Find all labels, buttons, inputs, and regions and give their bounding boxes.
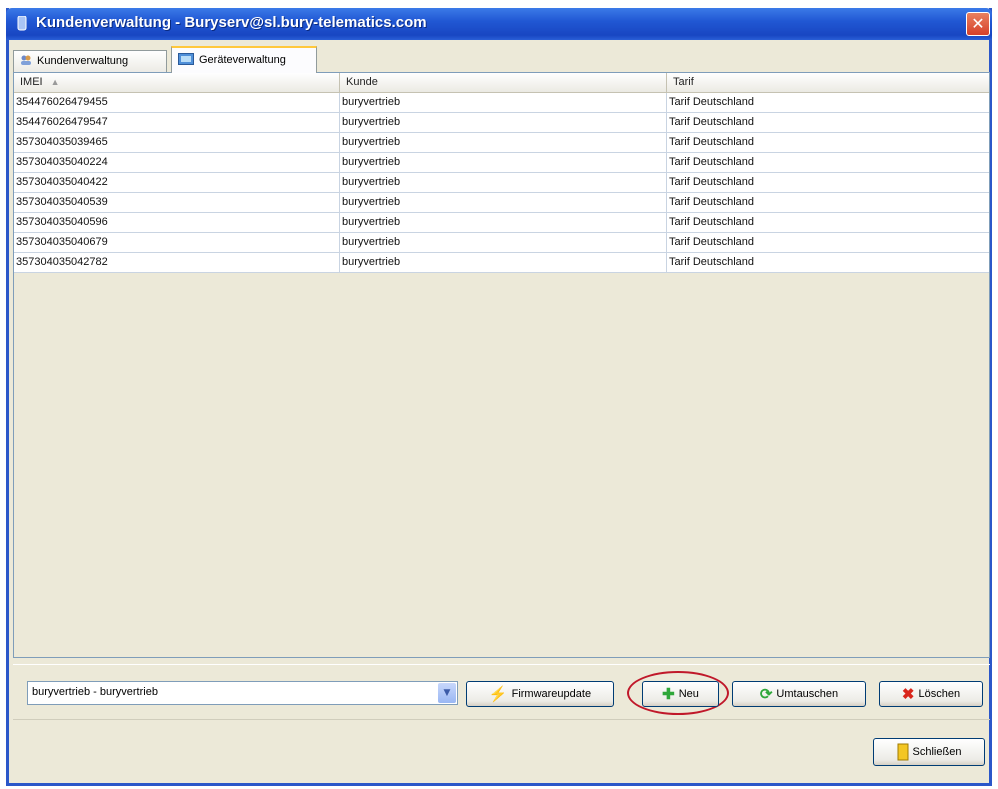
delete-x-icon: ✖	[901, 685, 915, 703]
tab-label: Kundenverwaltung	[37, 55, 129, 67]
device-icon	[178, 53, 194, 65]
swap-label: Umtauschen	[776, 688, 839, 700]
imei-cell: 357304035040539	[14, 193, 340, 212]
imei-cell: 357304035042782	[14, 253, 340, 272]
refresh-icon: ⟳	[759, 685, 773, 703]
lightning-icon: ⚡	[488, 685, 508, 703]
table-row[interactable]: 357304035040224 buryvertrieb Tarif Deutsch…	[14, 153, 989, 173]
title-bar[interactable]: Kundenverwaltung - Buryserv@sl.bury-tele…	[6, 8, 992, 40]
table-row[interactable]: 357304035040596 buryvertrieb Tarif Deutsch…	[14, 213, 989, 233]
new-label: Neu	[678, 688, 699, 700]
imei-cell: 354476026479455	[14, 93, 340, 112]
customer-select[interactable]: buryvertrieb - buryvertrieb ▼	[27, 681, 458, 705]
users-icon	[21, 55, 31, 65]
table-row[interactable]: 354476026479455 buryvertrieb Tarif Deutsch…	[14, 93, 989, 113]
imei-cell: 357304035040224	[14, 153, 340, 172]
imei-cell: 354476026479547	[14, 113, 340, 132]
window-close-button[interactable]: ✕	[966, 12, 990, 36]
delete-label: Löschen	[918, 688, 961, 700]
imei-cell: 357304035039465	[14, 133, 340, 152]
chevron-down-icon[interactable]: ▼	[438, 683, 456, 703]
table-row[interactable]: 357304035039465 buryvertrieb Tarif Deutsch…	[14, 133, 989, 153]
table-header: IMEI ▲ Kunde Tarif	[14, 73, 989, 93]
kunde-cell: buryvertrieb	[340, 173, 667, 192]
imei-cell: 357304035040596	[14, 213, 340, 232]
imei-cell: 357304035040422	[14, 173, 340, 192]
column-header-kunde[interactable]: Kunde	[340, 73, 667, 93]
device-table: IMEI ▲ Kunde Tarif 354476026479455 buryver…	[13, 72, 990, 658]
door-icon	[897, 743, 909, 761]
kunde-cell: buryvertrieb	[340, 233, 667, 252]
kunde-cell: buryvertrieb	[340, 153, 667, 172]
action-toolbar: buryvertrieb - buryvertrieb ▼ ⚡ Firmware…	[13, 664, 990, 720]
plus-icon: ✚	[662, 685, 675, 703]
table-row[interactable]: 357304035040679 buryvertrieb Tarif Deutsch…	[14, 233, 989, 253]
swap-button[interactable]: ⟳ Umtauschen	[732, 681, 866, 707]
window-title: Kundenverwaltung - Buryserv@sl.bury-tele…	[36, 14, 427, 31]
table-row[interactable]: 357304035040422 buryvertrieb Tarif Deutsch…	[14, 173, 989, 193]
imei-cell: 357304035040679	[14, 233, 340, 252]
kunde-cell: buryvertrieb	[340, 93, 667, 112]
column-header-tarif[interactable]: Tarif	[667, 73, 989, 93]
tarif-cell: Tarif Deutschland	[669, 256, 754, 268]
tarif-cell: Tarif Deutschland	[669, 236, 754, 248]
close-label: Schließen	[912, 746, 962, 758]
table-row[interactable]: 354476026479547 buryvertrieb Tarif Deutsch…	[14, 113, 989, 133]
tarif-cell: Tarif Deutschland	[669, 156, 754, 168]
table-body: 354476026479455 buryvertrieb Tarif Deutsch…	[14, 93, 989, 273]
tarif-cell: Tarif Deutschland	[669, 216, 754, 228]
tarif-cell: Tarif Deutschland	[669, 96, 754, 108]
customer-select-value: buryvertrieb - buryvertrieb	[32, 686, 158, 698]
tarif-cell: Tarif Deutschland	[669, 176, 754, 188]
dialog-footer: Schließen	[13, 724, 990, 780]
firmware-update-button[interactable]: ⚡ Firmwareupdate	[466, 681, 614, 707]
new-button[interactable]: ✚ Neu	[642, 681, 719, 707]
app-window: Kundenverwaltung - Buryserv@sl.bury-tele…	[6, 8, 992, 786]
kunde-cell: buryvertrieb	[340, 253, 667, 272]
tab-label: Geräteverwaltung	[199, 54, 286, 66]
tarif-cell: Tarif Deutschland	[669, 196, 754, 208]
app-icon	[17, 16, 27, 31]
tab-geraeteverwaltung[interactable]: Geräteverwaltung	[171, 46, 317, 73]
kunde-cell: buryvertrieb	[340, 113, 667, 132]
tab-kundenverwaltung[interactable]: Kundenverwaltung	[13, 50, 167, 72]
tarif-cell: Tarif Deutschland	[669, 136, 754, 148]
tarif-cell: Tarif Deutschland	[669, 116, 754, 128]
column-header-imei[interactable]: IMEI ▲	[14, 73, 340, 93]
kunde-cell: buryvertrieb	[340, 213, 667, 232]
kunde-cell: buryvertrieb	[340, 193, 667, 212]
firmware-update-label: Firmwareupdate	[511, 688, 592, 700]
table-row[interactable]: 357304035040539 buryvertrieb Tarif Deutsch…	[14, 193, 989, 213]
sort-ascending-icon: ▲	[50, 77, 60, 87]
close-button[interactable]: Schließen	[873, 738, 985, 766]
delete-button[interactable]: ✖ Löschen	[879, 681, 983, 707]
kunde-cell: buryvertrieb	[340, 133, 667, 152]
table-row[interactable]: 357304035042782 buryvertrieb Tarif Deutsch…	[14, 253, 989, 273]
